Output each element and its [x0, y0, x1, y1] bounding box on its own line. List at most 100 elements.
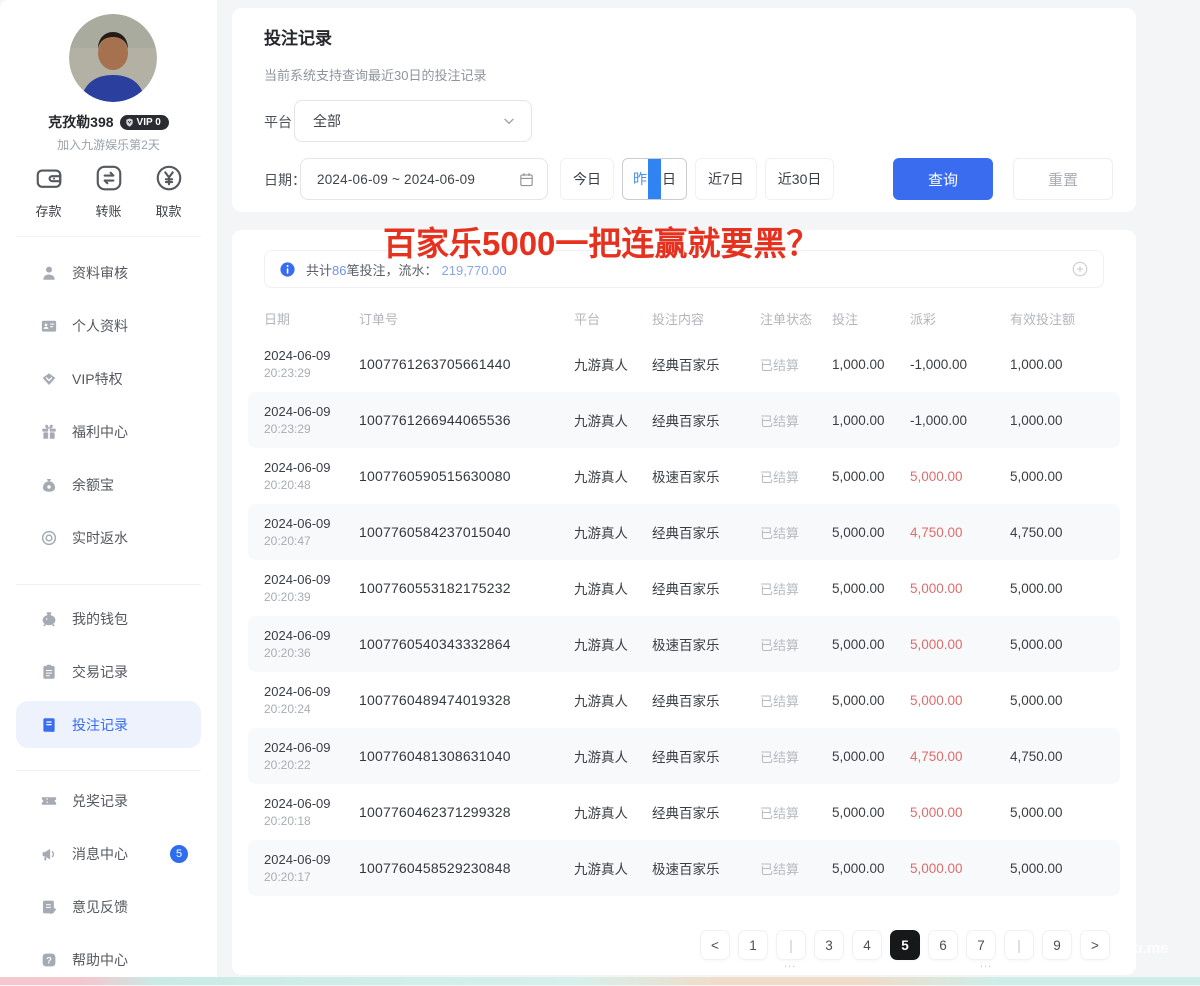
cell-platform: 九游真人 — [574, 522, 652, 542]
sidebar-item-label: 余额宝 — [72, 475, 114, 495]
money-pouch-icon — [40, 476, 58, 494]
cell-bet-amount: 5,000.00 — [832, 805, 910, 820]
cell-date: 2024-06-0920:20:48 — [264, 460, 359, 492]
cell-platform: 九游真人 — [574, 746, 652, 766]
cell-valid-amount: 1,000.00 — [1010, 413, 1104, 428]
table-row[interactable]: 2024-06-0920:20:221007760481308631040九游真… — [248, 728, 1120, 784]
sidebar-item[interactable]: 实时返水 — [0, 511, 217, 564]
sidebar-item[interactable]: 消息中心5 — [0, 827, 217, 880]
table-row[interactable]: 2024-06-0920:20:391007760553182175232九游真… — [248, 560, 1120, 616]
platform-select[interactable]: 全部 — [294, 100, 532, 142]
quick-action-transfer[interactable]: 转账 — [94, 163, 124, 220]
cell-status: 已结算 — [760, 579, 832, 598]
sidebar-item-label: 交易记录 — [72, 662, 128, 682]
help-icon: ? — [40, 951, 58, 969]
chevron-down-icon — [501, 113, 517, 129]
range-button[interactable]: 今日 — [560, 158, 614, 200]
table-row[interactable]: 2024-06-0920:20:171007760458529230848九游真… — [248, 840, 1120, 896]
cell-status: 已结算 — [760, 635, 832, 654]
table-row[interactable]: 2024-06-0920:20:481007760590515630080九游真… — [248, 448, 1120, 504]
table-row[interactable]: 2024-06-0920:20:361007760540343332864九游真… — [248, 616, 1120, 672]
sidebar-item[interactable]: VIP特权 — [0, 352, 217, 405]
info-icon — [279, 261, 296, 278]
column-header: 订单号 — [359, 309, 574, 328]
cell-platform: 九游真人 — [574, 410, 652, 430]
pagination-ellipsis-button[interactable]: | — [776, 930, 806, 960]
reset-button[interactable]: 重置 — [1013, 158, 1113, 200]
column-header: 注单状态 — [760, 309, 832, 328]
cell-bet-content: 极速百家乐 — [652, 858, 760, 878]
sidebar-item-label: 兑奖记录 — [72, 791, 128, 811]
pagination-next-button[interactable]: > — [1080, 930, 1110, 960]
sidebar-item-label: 福利中心 — [72, 422, 128, 442]
watermark: equ.me — [1116, 940, 1169, 957]
sidebar-item[interactable]: 个人资料 — [0, 299, 217, 352]
column-header: 有效投注额 — [1010, 309, 1104, 328]
date-range-input[interactable]: 2024-06-09 ~ 2024-06-09 — [300, 158, 548, 200]
quick-actions: 存款 转账取款 — [0, 163, 217, 220]
range-button-selected[interactable]: 昨日 — [622, 158, 687, 200]
pagination-page-button[interactable]: 1 — [738, 930, 768, 960]
table-row[interactable]: 2024-06-0920:20:241007760489474019328九游真… — [248, 672, 1120, 728]
sidebar-item[interactable]: 交易记录 — [0, 645, 217, 698]
pagination-page-button[interactable]: 6 — [928, 930, 958, 960]
table-row[interactable]: 2024-06-0920:20:181007760462371299328九游真… — [248, 784, 1120, 840]
cell-platform: 九游真人 — [574, 354, 652, 374]
calendar-icon — [518, 171, 535, 188]
cell-platform: 九游真人 — [574, 690, 652, 710]
table-row[interactable]: 2024-06-0920:20:471007760584237015040九游真… — [248, 504, 1120, 560]
vip-shield-icon — [124, 117, 135, 128]
sidebar-item[interactable]: 余额宝 — [0, 458, 217, 511]
sidebar-item-label: 意见反馈 — [72, 897, 128, 917]
cell-date: 2024-06-0920:23:29 — [264, 348, 359, 380]
table-row[interactable]: 2024-06-0920:23:291007761263705661440九游真… — [248, 336, 1120, 392]
cell-payout: 5,000.00 — [910, 469, 1010, 484]
transaction-icon — [40, 663, 58, 681]
pagination-prev-button[interactable]: < — [700, 930, 730, 960]
sidebar-item[interactable]: 投注记录 — [0, 698, 217, 751]
sidebar-item[interactable]: 意见反馈 — [0, 880, 217, 933]
range-button[interactable]: 近7日 — [695, 158, 757, 200]
sidebar-item-label: VIP特权 — [72, 369, 123, 389]
column-header: 平台 — [574, 309, 652, 328]
column-header: 投注 — [832, 309, 910, 328]
quick-action-label: 存款 — [35, 201, 61, 220]
pagination-page-button[interactable]: 7 — [966, 930, 996, 960]
cell-date: 2024-06-0920:20:39 — [264, 572, 359, 604]
svg-text:?: ? — [46, 955, 52, 965]
pagination-page-button[interactable]: 3 — [814, 930, 844, 960]
cell-order-number: 1007760458529230848 — [359, 860, 574, 876]
cell-platform: 九游真人 — [574, 858, 652, 878]
cell-bet-content: 经典百家乐 — [652, 802, 760, 822]
quick-action-deposit-wallet[interactable]: 存款 — [34, 163, 64, 220]
cell-status: 已结算 — [760, 411, 832, 430]
range-button[interactable]: 近30日 — [765, 158, 835, 200]
sidebar-item[interactable]: 资料审核 — [0, 246, 217, 299]
sidebar-menu-group-1: 资料审核个人资料 VIP特权福利中心余额宝实时返水 — [0, 246, 217, 564]
cell-payout: 4,750.00 — [910, 525, 1010, 540]
sidebar-item[interactable]: 福利中心 — [0, 405, 217, 458]
plus-circle-icon[interactable] — [1071, 260, 1089, 278]
cell-payout: -1,000.00 — [910, 413, 1010, 428]
cell-valid-amount: 5,000.00 — [1010, 637, 1104, 652]
cell-status: 已结算 — [760, 803, 832, 822]
pagination-page-button[interactable]: 9 — [1042, 930, 1072, 960]
pagination-ellipsis-button[interactable]: | — [1004, 930, 1034, 960]
table-body: 2024-06-0920:23:291007761263705661440九游真… — [248, 336, 1120, 896]
deposit-wallet-icon — [34, 163, 64, 193]
username: 克孜勒398 — [48, 112, 113, 132]
quick-action-withdraw[interactable]: 取款 — [154, 163, 184, 220]
sidebar-item[interactable]: 我的钱包 — [0, 592, 217, 645]
pagination-page-button[interactable]: 5 — [890, 930, 920, 960]
table-row[interactable]: 2024-06-0920:23:291007761266944065536九游真… — [248, 392, 1120, 448]
cell-payout: 5,000.00 — [910, 861, 1010, 876]
cell-bet-amount: 5,000.00 — [832, 749, 910, 764]
vip-badge-label: VIP 0 — [137, 117, 161, 128]
query-button[interactable]: 查询 — [893, 158, 993, 200]
sidebar-item[interactable]: 兑奖记录 — [0, 774, 217, 827]
cell-bet-content: 极速百家乐 — [652, 634, 760, 654]
avatar[interactable] — [69, 14, 157, 102]
pagination-page-button[interactable]: 4 — [852, 930, 882, 960]
sidebar-item-label: 资料审核 — [72, 263, 128, 283]
cell-status: 已结算 — [760, 859, 832, 878]
